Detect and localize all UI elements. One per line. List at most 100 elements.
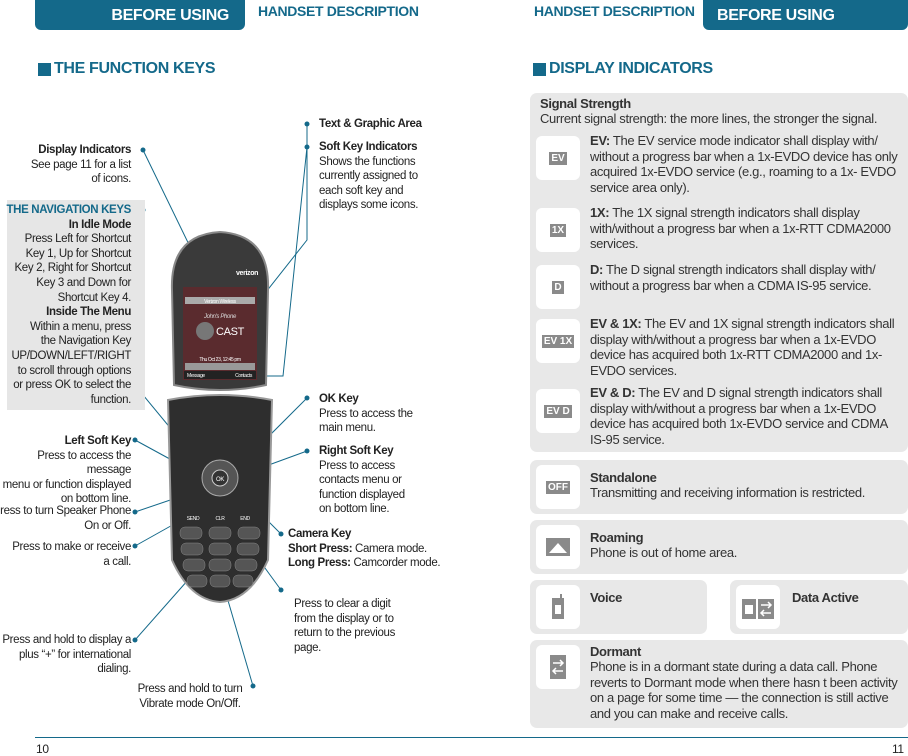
camera-key-label: Camera Key Short Press: Camera mode. Lon… [288, 527, 441, 571]
label-line: page. [294, 641, 322, 654]
label-line: return to the previous [294, 627, 395, 640]
panel-title: Signal Strength [540, 96, 631, 111]
svg-text:CLR: CLR [216, 516, 226, 522]
svg-text:Verizon Wireless: Verizon Wireless [204, 299, 236, 305]
label-line: On or Off. [84, 519, 131, 532]
label-line: Camcorder mode. [350, 557, 441, 570]
data-active-icon [736, 585, 780, 629]
speaker-key-label: Press to turn Speaker Phone On or Off. [0, 504, 131, 533]
label-line: Press to access [319, 459, 395, 472]
label-subtitle: In Idle Mode [68, 218, 132, 231]
svg-text:Message: Message [187, 373, 205, 379]
label-line: or press OK to select the [13, 379, 131, 392]
navigation-keys-label: THE NAVIGATION KEYS In Idle Mode Press L… [0, 203, 131, 407]
d-signal-icon: D [536, 265, 580, 309]
label-bold: Long Press: [288, 557, 351, 570]
label-title: OK Key [319, 393, 359, 405]
label-line: of icons. [91, 173, 131, 186]
label-line: See page 11 for a list [30, 158, 131, 171]
plus-key-label: Press and hold to display a plus “+” for… [0, 633, 131, 677]
label-line: currently assigned to [319, 170, 418, 183]
panel-text: Phone is out of home area. [590, 545, 738, 560]
label-subtitle: Inside The Menu [46, 306, 131, 319]
label-line: displays some icons. [319, 199, 419, 212]
panel-text: Phone is in a dormant state during a dat… [590, 659, 898, 721]
soft-key-indicators-label: Soft Key Indicators Shows the functions … [319, 140, 418, 213]
standalone-off-icon: OFF [536, 465, 580, 509]
svg-text:SEND: SEND [187, 516, 200, 522]
panel-title: Roaming [590, 530, 644, 545]
label-title: Display Indicators [38, 144, 131, 156]
label-bold: Short Press: [288, 542, 353, 555]
panel-title: Voice [590, 590, 622, 605]
label-line: the Navigation Key [40, 335, 132, 348]
panel-title: Standalone [590, 470, 657, 485]
label-title: THE NAVIGATION KEYS [6, 204, 131, 216]
signal-strength-panel: Signal Strength Current signal strength:… [530, 93, 908, 452]
before-using-tab-right: BEFORE USING [703, 0, 908, 30]
ev-d-signal-icon: EV D [536, 389, 580, 433]
label-line: each soft key and [319, 184, 404, 197]
label-line: function displayed [319, 488, 405, 501]
footer-divider [35, 737, 908, 738]
ev-d-description: EV & D: The EV and D signal strength ind… [590, 385, 888, 447]
clear-key-label: Press to clear a digit from the display … [294, 597, 395, 655]
left-soft-key-label: Left Soft Key Press to access the messag… [0, 434, 132, 507]
label-line: Within a menu, press [29, 320, 131, 333]
dormant-panel: Dormant Phone is in a dormant state durin… [530, 640, 908, 728]
vibrate-key-label: Press and hold to turn Vibrate mode On/O… [130, 682, 250, 711]
label-line: Press and hold to display a [2, 634, 131, 646]
data-active-panel: Data Active [730, 580, 908, 634]
1x-signal-icon: 1X [536, 208, 580, 252]
section-label-right: HANDSET DESCRIPTION [534, 3, 695, 19]
label-line: a call. [103, 555, 131, 568]
label-line: contacts menu or [319, 474, 402, 487]
label-line: plus “+” for international [18, 648, 131, 661]
label-line: to scroll through options [17, 364, 132, 377]
square-bullet-icon [533, 62, 546, 76]
label-line: Vibrate mode On/Off. [139, 697, 241, 710]
page-number-left: 10 [36, 742, 49, 756]
label-line: Press and hold to turn [137, 683, 243, 695]
voice-phone-icon [536, 585, 580, 629]
label-title: Right Soft Key [319, 445, 394, 457]
ev-description: EV: The EV service mode indicator shall … [590, 133, 898, 195]
roaming-panel: Roaming Phone is out of home area. [530, 520, 908, 574]
dormant-arrows-icon [536, 645, 580, 689]
display-indicators-heading: DISPLAY INDICATORS [533, 60, 713, 78]
ev-signal-icon: EV [536, 136, 580, 180]
label-line: Shows the functions [319, 155, 416, 168]
svg-text:OK: OK [216, 477, 224, 483]
label-line: UP/DOWN/LEFT/RIGHT [11, 349, 131, 362]
label-line: Press to clear a digit [294, 598, 391, 610]
panel-text: Transmitting and receiving information i… [590, 485, 866, 500]
roaming-triangle-icon [536, 525, 580, 569]
label-line: Key 1, Up for Shortcut [25, 247, 132, 260]
svg-text:John's Phone: John's Phone [203, 314, 237, 320]
ok-key-label: OK Key Press to access the main menu. [319, 392, 413, 436]
label-line: Press to access the message [37, 449, 131, 477]
label-line: main menu. [319, 422, 376, 435]
label-title: Soft Key Indicators [319, 141, 418, 153]
standalone-panel: OFF Standalone Transmitting and receiving… [530, 460, 908, 514]
svg-text:CAST: CAST [216, 326, 245, 338]
label-title: Left Soft Key [64, 435, 132, 447]
panel-title: Data Active [792, 590, 859, 605]
label-line: Press to make or receive [12, 541, 131, 553]
panel-title: Dormant [590, 644, 641, 659]
label-line: Key 3 and Down for [36, 276, 131, 289]
label-line: Press to turn Speaker Phone [0, 505, 131, 517]
page-number-right: 11 [892, 742, 904, 756]
svg-text:Thu Oct 23, 12:45 pm: Thu Oct 23, 12:45 pm [199, 357, 241, 363]
heading-text: DISPLAY INDICATORS [549, 60, 713, 77]
1x-description: 1X: The 1X signal strength indicators sh… [590, 205, 891, 251]
ev-1x-description: EV & 1X: The EV and 1X signal strength i… [590, 316, 895, 378]
label-line: Key 2, Right for Shortcut [14, 262, 131, 275]
label-line: dialing. [97, 663, 131, 676]
label-line: menu or function displayed [2, 478, 132, 491]
label-line: on bottom line. [319, 503, 390, 516]
svg-text:verizon: verizon [236, 270, 258, 277]
display-indicators-label: Display Indicators See page 11 for a lis… [0, 143, 131, 187]
label-line: Shortcut Key 4. [57, 291, 132, 304]
voice-panel: Voice [530, 580, 707, 634]
